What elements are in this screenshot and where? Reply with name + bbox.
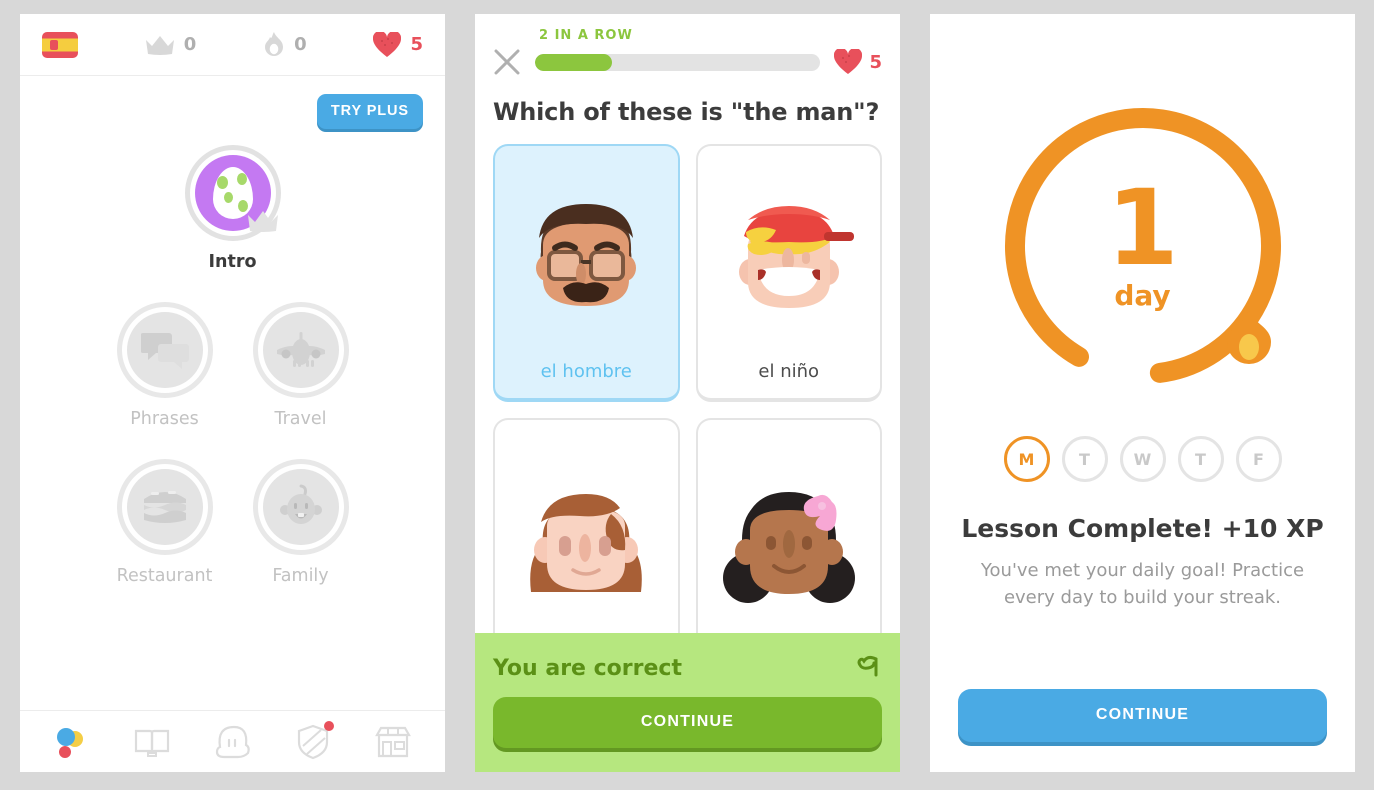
crown-icon: [145, 35, 174, 55]
skill-label: Family: [272, 566, 329, 586]
day-pill-tuesday[interactable]: T: [1061, 436, 1108, 482]
home-top-bar: 0 0 5: [20, 14, 445, 76]
skill-label: Phrases: [130, 409, 199, 429]
hearts-metric[interactable]: 5: [373, 31, 423, 58]
lesson-complete-panel: 1 day M T W T F Lesson Complete! +10 XP …: [930, 14, 1355, 772]
language-flag-button[interactable]: [42, 31, 78, 58]
heart-icon: [373, 31, 402, 57]
burger-icon: [143, 491, 186, 523]
speech-bubbles-icon: [140, 333, 189, 369]
continue-button-streak[interactable]: CONTINUE: [958, 689, 1327, 742]
nav-item-learn[interactable]: [44, 720, 100, 764]
lesson-complete-title: Lesson Complete! +10 XP: [961, 514, 1324, 543]
skill-label: Intro: [208, 252, 257, 272]
nav-item-profile[interactable]: [204, 720, 260, 764]
day-pill-monday[interactable]: M: [1003, 436, 1050, 482]
baby-face-icon: [279, 484, 322, 524]
lesson-header: 2 IN A ROW 5: [475, 14, 900, 76]
notification-badge: [323, 720, 334, 731]
shield-icon: [297, 724, 328, 759]
streak-count: 1: [1106, 166, 1179, 289]
skill-ring: [116, 459, 213, 555]
nav-item-shop[interactable]: [365, 720, 421, 764]
day-pill-wednesday[interactable]: W: [1119, 436, 1166, 482]
flame-icon: [265, 31, 284, 56]
hearts-metric[interactable]: 5: [834, 49, 882, 75]
character-head-icon: [216, 725, 251, 758]
heart-icon: [834, 49, 863, 74]
skill-disc: [126, 312, 203, 388]
skill-label: Travel: [274, 409, 327, 429]
skill-restaurant[interactable]: Restaurant: [97, 459, 233, 586]
try-plus-button[interactable]: TRY PLUS: [316, 94, 423, 129]
skill-disc: [262, 312, 339, 388]
skill-ring: [252, 302, 349, 398]
duolingo-dots-icon: [57, 727, 84, 758]
skill-disc: [262, 469, 339, 545]
skill-family[interactable]: Family: [233, 459, 369, 586]
crown-icon: [247, 211, 278, 232]
answer-choice-el-hombre[interactable]: el hombre: [493, 144, 680, 402]
lesson-screen-panel: 2 IN A ROW 5 Which of these is "the man"…: [475, 14, 900, 772]
airplane-icon: [276, 332, 325, 367]
skill-label: Restaurant: [116, 566, 213, 586]
store-icon: [374, 726, 411, 757]
hearts-count: 5: [410, 34, 423, 55]
skill-ring: [116, 302, 213, 398]
streak-unit-label: day: [1114, 279, 1171, 313]
flame-icon: [1226, 311, 1271, 364]
nav-item-stories[interactable]: [124, 720, 180, 764]
skill-travel[interactable]: Travel: [233, 302, 369, 429]
girl-with-pink-bow-illustration: [714, 442, 864, 656]
screenshot-stage: 0 0 5 TRY PLUS Intro Phrases Travel Rest…: [0, 0, 1374, 790]
hearts-count: 5: [869, 51, 882, 73]
feedback-text: You are correct: [493, 655, 682, 681]
in-a-row-label: 2 IN A ROW: [539, 28, 633, 43]
lesson-complete-subtitle: You've met your daily goal! Practice eve…: [980, 560, 1305, 608]
day-pill-friday[interactable]: F: [1235, 436, 1282, 482]
nav-item-leagues[interactable]: [285, 720, 341, 764]
home-screen-panel: 0 0 5 TRY PLUS Intro Phrases Travel Rest…: [20, 14, 445, 772]
lesson-progress-bar: [535, 53, 821, 71]
flag-report-icon[interactable]: [856, 655, 882, 681]
streak-metric[interactable]: 0: [263, 31, 307, 58]
lesson-question: Which of these is "the man"?: [493, 98, 880, 126]
spanish-flag-icon: [42, 31, 78, 58]
skill-ring: [184, 145, 281, 241]
lesson-progress-fill: [535, 53, 613, 71]
skill-ring: [252, 459, 349, 555]
boy-with-red-cap-illustration: [714, 168, 864, 361]
continue-button-lesson[interactable]: CONTINUE: [493, 697, 882, 748]
woman-with-brown-hair-illustration: [511, 442, 661, 656]
answer-choice-label: el hombre: [540, 361, 632, 382]
answer-choice-label: el niño: [758, 361, 820, 382]
man-with-glasses-and-mustache-illustration: [511, 168, 661, 361]
streak-count: 0: [294, 34, 307, 55]
bottom-navigation-bar: [20, 710, 445, 772]
weekday-streak-row: M T W T F: [1003, 436, 1282, 482]
skill-phrases[interactable]: Phrases: [97, 302, 233, 429]
answer-choice-grid: el hombre el niño: [475, 144, 900, 676]
close-x-icon[interactable]: [493, 48, 521, 76]
home-skill-tree: TRY PLUS Intro Phrases Travel Restaurant…: [20, 76, 445, 709]
skill-disc: [126, 469, 203, 545]
skill-intro[interactable]: Intro: [165, 145, 301, 272]
correct-feedback-banner: You are correct CONTINUE: [475, 633, 900, 772]
crown-metric[interactable]: 0: [145, 34, 197, 56]
day-pill-thursday[interactable]: T: [1177, 436, 1224, 482]
crown-count: 0: [183, 34, 197, 55]
streak-ring: 1 day: [997, 100, 1289, 392]
answer-choice-el-nino[interactable]: el niño: [695, 144, 882, 402]
open-book-icon: [135, 729, 170, 757]
